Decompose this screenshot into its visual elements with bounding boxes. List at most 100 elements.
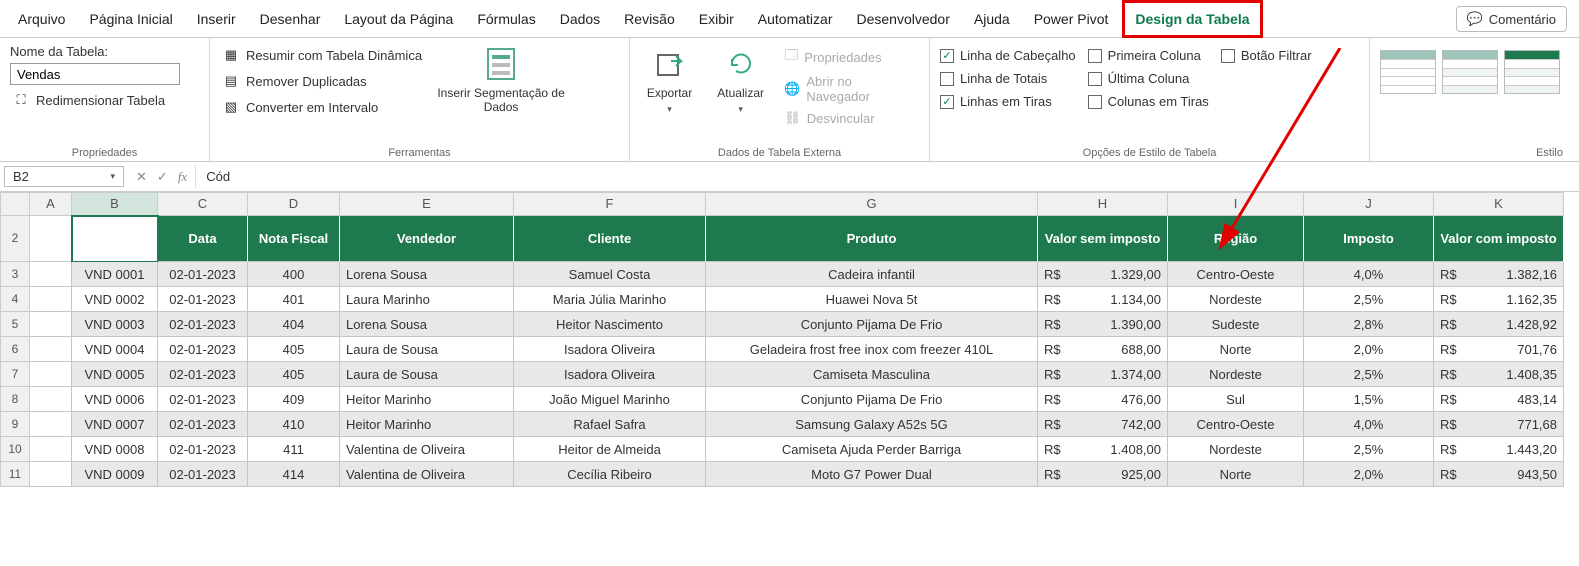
cell[interactable] xyxy=(30,312,72,337)
cell[interactable]: R$688,00 xyxy=(1038,337,1168,362)
row-header[interactable]: 6 xyxy=(0,337,30,362)
col-header-E[interactable]: E xyxy=(340,192,514,216)
cell[interactable]: Camiseta Masculina xyxy=(706,362,1038,387)
check-first-col[interactable]: Primeira Coluna xyxy=(1088,48,1209,63)
table-header[interactable]: Vendedor xyxy=(340,216,514,262)
ribbon-tab-fórmulas[interactable]: Fórmulas xyxy=(467,3,545,35)
cell[interactable]: 409 xyxy=(248,387,340,412)
cell[interactable]: R$1.374,00 xyxy=(1038,362,1168,387)
cell[interactable]: 2,5% xyxy=(1304,362,1434,387)
cell[interactable]: Cecília Ribeiro xyxy=(514,462,706,487)
row-header[interactable]: 10 xyxy=(0,437,30,462)
cell[interactable]: Isadora Oliveira xyxy=(514,362,706,387)
cell[interactable]: Lorena Sousa xyxy=(340,312,514,337)
row-header[interactable]: 11 xyxy=(0,462,30,487)
cell[interactable]: Moto G7 Power Dual xyxy=(706,462,1038,487)
row-header[interactable]: 8 xyxy=(0,387,30,412)
convert-range-button[interactable]: ▧Converter em Intervalo xyxy=(220,96,424,118)
cell[interactable]: 410 xyxy=(248,412,340,437)
table-header[interactable]: Valor sem imposto xyxy=(1038,216,1168,262)
cell[interactable]: Conjunto Pijama De Frio xyxy=(706,312,1038,337)
table-header[interactable]: Data xyxy=(158,216,248,262)
cell[interactable]: Centro-Oeste xyxy=(1168,262,1304,287)
cell[interactable]: Laura Marinho xyxy=(340,287,514,312)
cell[interactable]: R$483,14 xyxy=(1434,387,1564,412)
cell[interactable]: 405 xyxy=(248,337,340,362)
cell[interactable]: Lorena Sousa xyxy=(340,262,514,287)
cell[interactable]: Sul xyxy=(1168,387,1304,412)
col-header-D[interactable]: D xyxy=(248,192,340,216)
cell[interactable]: VND 0008 xyxy=(72,437,158,462)
confirm-icon[interactable]: ✓ xyxy=(157,169,168,185)
cell[interactable] xyxy=(30,387,72,412)
cell[interactable]: 405 xyxy=(248,362,340,387)
cell[interactable]: Sudeste xyxy=(1168,312,1304,337)
ribbon-tab-dados[interactable]: Dados xyxy=(550,3,610,35)
cell[interactable]: VND 0006 xyxy=(72,387,158,412)
table-name-input[interactable] xyxy=(10,63,180,85)
cell[interactable]: 2,5% xyxy=(1304,287,1434,312)
pivot-button[interactable]: ▦Resumir com Tabela Dinâmica xyxy=(220,44,424,66)
cell[interactable]: 4,0% xyxy=(1304,262,1434,287)
cell[interactable]: Valentina de Oliveira xyxy=(340,437,514,462)
cell[interactable] xyxy=(30,412,72,437)
check-last-col[interactable]: Última Coluna xyxy=(1088,71,1209,86)
cell[interactable]: João Miguel Marinho xyxy=(514,387,706,412)
cell[interactable]: 404 xyxy=(248,312,340,337)
check-total-row[interactable]: Linha de Totais xyxy=(940,71,1076,86)
cell[interactable]: R$1.428,92 xyxy=(1434,312,1564,337)
row-header[interactable]: 3 xyxy=(0,262,30,287)
cell[interactable]: 4,0% xyxy=(1304,412,1434,437)
cell[interactable]: Centro-Oeste xyxy=(1168,412,1304,437)
refresh-button[interactable]: Atualizar▾ xyxy=(711,44,770,115)
cell[interactable]: Rafael Safra xyxy=(514,412,706,437)
cell[interactable] xyxy=(30,462,72,487)
cell[interactable]: Geladeira frost free inox com freezer 41… xyxy=(706,337,1038,362)
cell[interactable]: Camiseta Ajuda Perder Barriga xyxy=(706,437,1038,462)
cell[interactable]: Laura de Sousa xyxy=(340,362,514,387)
cell[interactable]: R$1.390,00 xyxy=(1038,312,1168,337)
cell[interactable]: Valentina de Oliveira xyxy=(340,462,514,487)
cell[interactable]: 401 xyxy=(248,287,340,312)
insert-slicer-button[interactable]: Inserir Segmentação de Dados xyxy=(436,44,566,115)
row-header[interactable]: 9 xyxy=(0,412,30,437)
cell[interactable]: Nordeste xyxy=(1168,362,1304,387)
cell[interactable]: VND 0007 xyxy=(72,412,158,437)
cell[interactable]: Maria Júlia Marinho xyxy=(514,287,706,312)
check-filter-btn[interactable]: Botão Filtrar xyxy=(1221,48,1312,63)
cell[interactable]: R$943,50 xyxy=(1434,462,1564,487)
resize-table-button[interactable]: ⛶ Redimensionar Tabela xyxy=(10,89,167,111)
check-banded-rows[interactable]: ✓Linhas em Tiras xyxy=(940,94,1076,109)
ribbon-tab-arquivo[interactable]: Arquivo xyxy=(8,3,75,35)
row-header[interactable]: 4 xyxy=(0,287,30,312)
col-header-J[interactable]: J xyxy=(1304,192,1434,216)
cell[interactable]: 414 xyxy=(248,462,340,487)
export-button[interactable]: Exportar▾ xyxy=(640,44,699,115)
cell[interactable]: 02-01-2023 xyxy=(158,337,248,362)
cell[interactable]: 2,0% xyxy=(1304,462,1434,487)
cell[interactable]: R$925,00 xyxy=(1038,462,1168,487)
cell[interactable]: 02-01-2023 xyxy=(158,262,248,287)
select-all-corner[interactable] xyxy=(0,192,30,216)
cell[interactable]: R$1.382,16 xyxy=(1434,262,1564,287)
cell[interactable]: VND 0003 xyxy=(72,312,158,337)
cell[interactable]: R$1.408,35 xyxy=(1434,362,1564,387)
cell[interactable]: Samsung Galaxy A52s 5G xyxy=(706,412,1038,437)
cell[interactable]: Heitor de Almeida xyxy=(514,437,706,462)
ribbon-tab-design-da-tabela[interactable]: Design da Tabela xyxy=(1122,0,1262,38)
cell[interactable] xyxy=(30,216,72,262)
cell[interactable]: 02-01-2023 xyxy=(158,437,248,462)
table-header[interactable]: Valor com imposto xyxy=(1434,216,1564,262)
cell[interactable] xyxy=(30,337,72,362)
cell[interactable]: 02-01-2023 xyxy=(158,462,248,487)
style-thumb[interactable] xyxy=(1504,50,1560,94)
cell[interactable]: VND 0004 xyxy=(72,337,158,362)
cell[interactable]: 2,0% xyxy=(1304,337,1434,362)
table-header[interactable]: Nota Fiscal xyxy=(248,216,340,262)
table-header[interactable]: Cód xyxy=(72,216,158,262)
cell[interactable]: R$701,76 xyxy=(1434,337,1564,362)
cell[interactable]: 1,5% xyxy=(1304,387,1434,412)
cell[interactable]: Samuel Costa xyxy=(514,262,706,287)
cell[interactable]: R$1.443,20 xyxy=(1434,437,1564,462)
fx-icon[interactable]: fx xyxy=(178,169,187,185)
